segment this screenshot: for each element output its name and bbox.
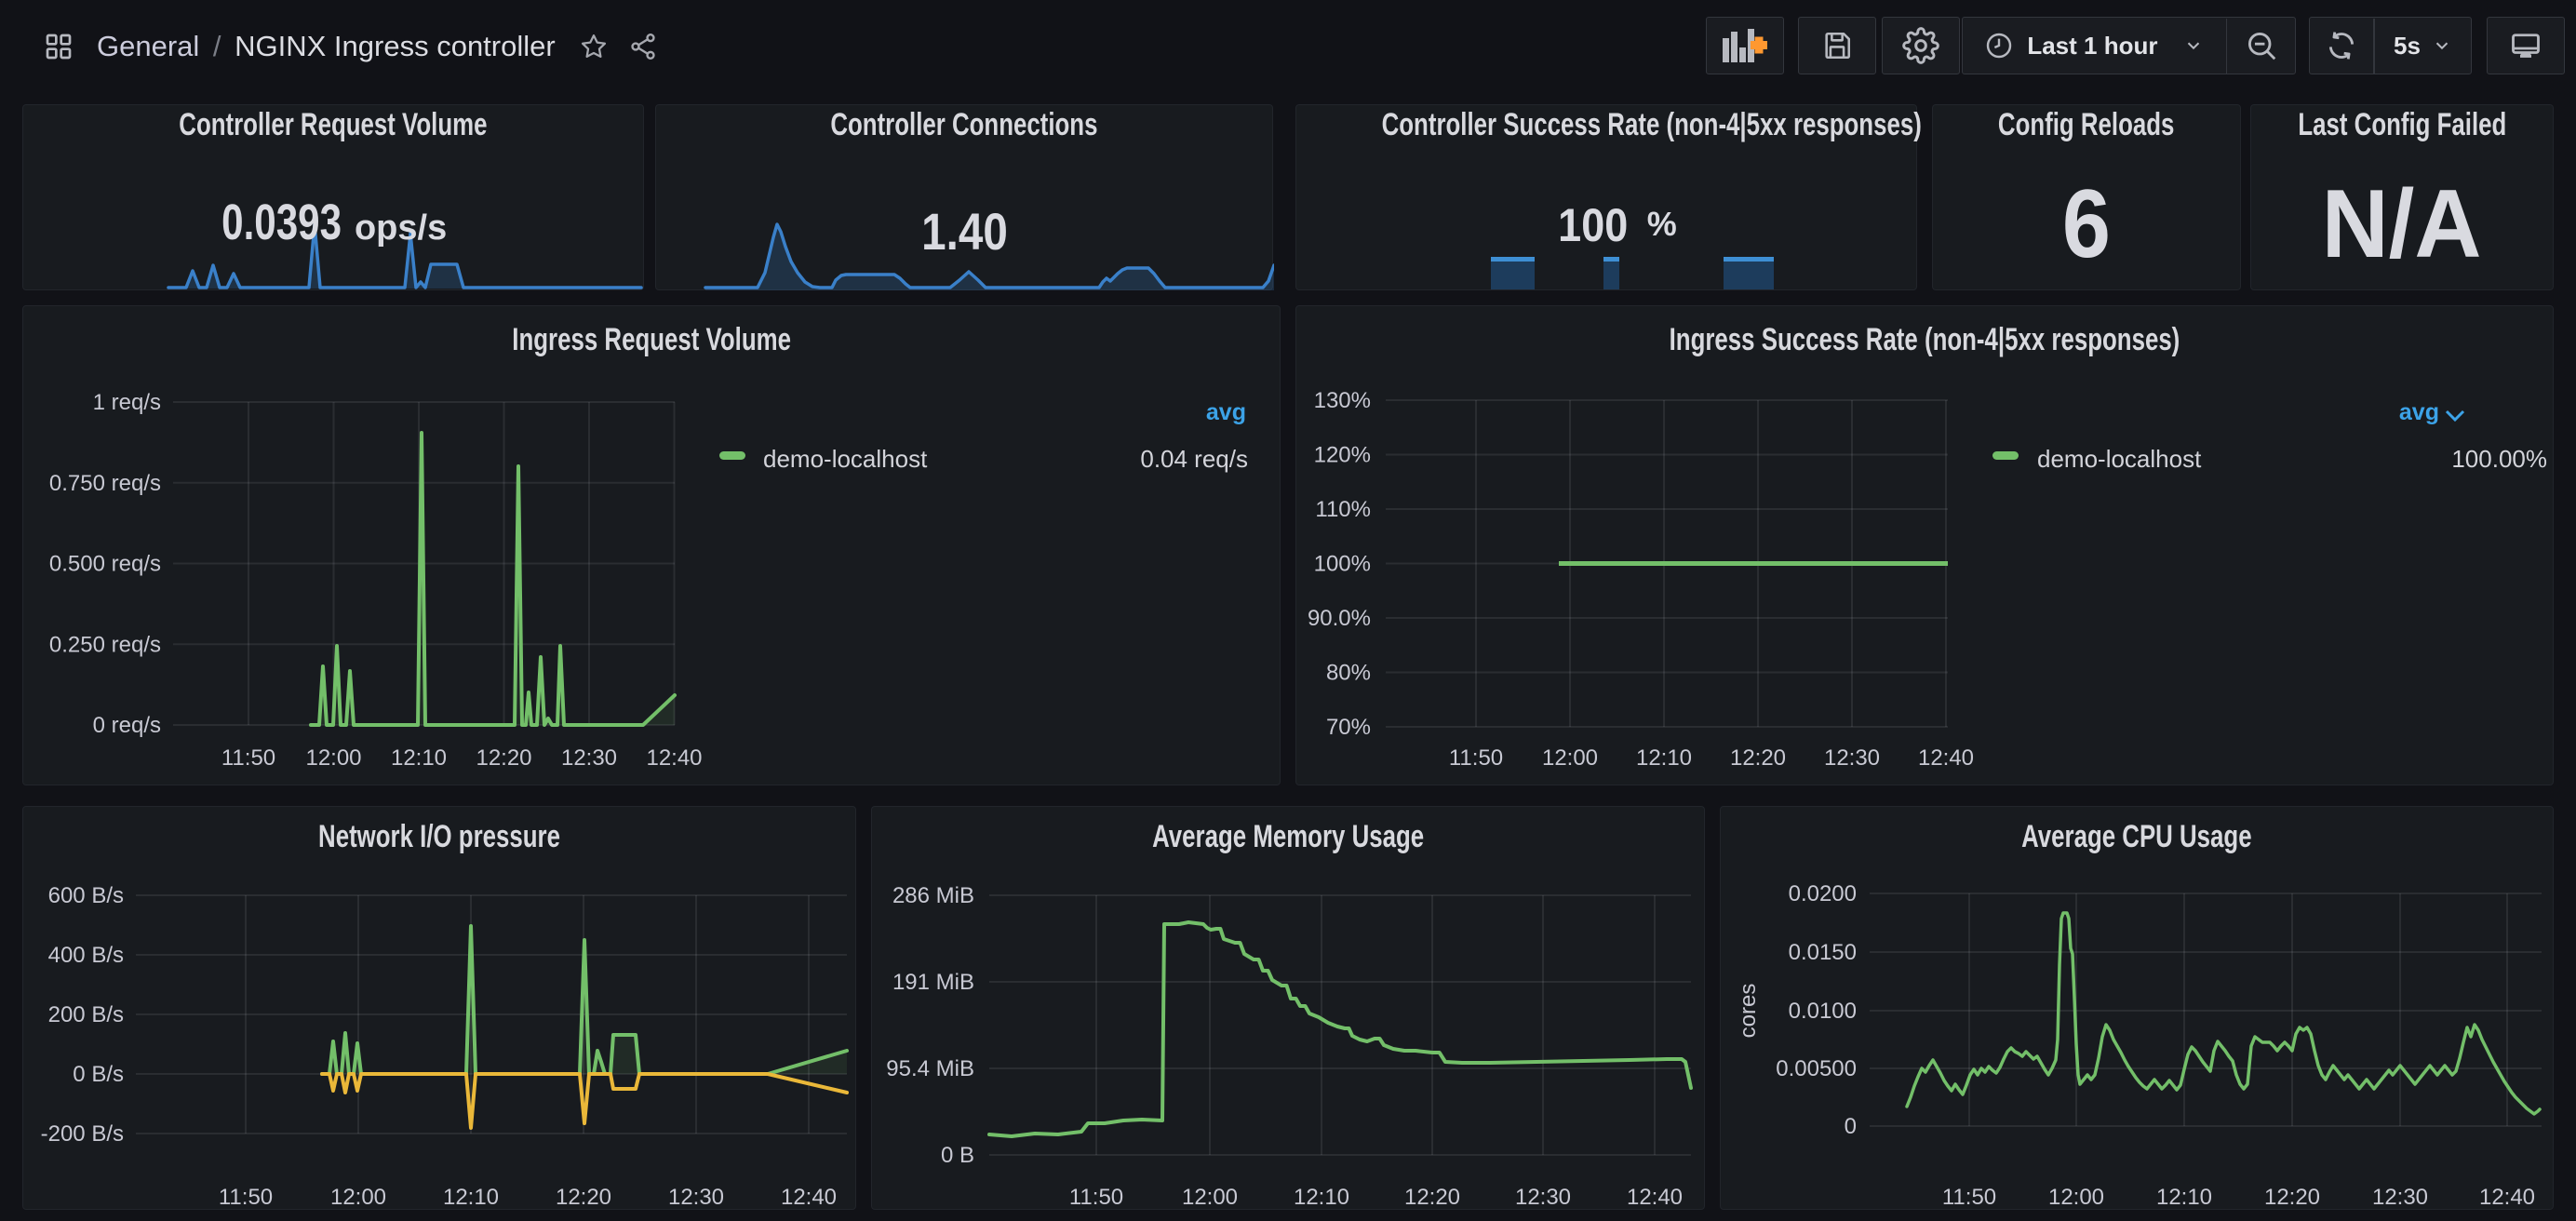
svg-text:80%: 80% [1326, 661, 1371, 686]
svg-text:avg: avg [2399, 399, 2439, 425]
svg-text:11:50: 11:50 [219, 1185, 273, 1210]
svg-text:11:50: 11:50 [1449, 745, 1503, 771]
svg-text:12:40: 12:40 [2479, 1185, 2535, 1210]
svg-text:12:40: 12:40 [646, 745, 702, 771]
svg-text:0.0200: 0.0200 [1789, 881, 1857, 906]
svg-text:-200 B/s: -200 B/s [41, 1121, 124, 1147]
svg-text:70%: 70% [1326, 715, 1371, 740]
svg-text:0.00500: 0.00500 [1776, 1056, 1857, 1081]
svg-text:400 B/s: 400 B/s [48, 943, 124, 968]
svg-text:12:20: 12:20 [556, 1185, 611, 1210]
svg-text:120%: 120% [1314, 443, 1371, 468]
svg-text:12:10: 12:10 [443, 1185, 499, 1210]
svg-text:demo-localhost: demo-localhost [2037, 445, 2202, 473]
svg-text:12:30: 12:30 [668, 1185, 724, 1210]
svg-text:12:00: 12:00 [2048, 1185, 2104, 1210]
svg-text:286 MiB: 286 MiB [892, 883, 974, 908]
svg-text:130%: 130% [1314, 388, 1371, 413]
svg-text:12:10: 12:10 [2156, 1185, 2212, 1210]
svg-text:12:30: 12:30 [1515, 1185, 1571, 1210]
svg-text:12:00: 12:00 [305, 745, 361, 771]
svg-text:12:00: 12:00 [1542, 745, 1598, 771]
svg-text:0 req/s: 0 req/s [93, 713, 161, 738]
svg-text:0.0150: 0.0150 [1789, 940, 1857, 965]
svg-text:12:20: 12:20 [476, 745, 531, 771]
svg-text:0: 0 [1845, 1114, 1857, 1139]
svg-text:100%: 100% [1314, 552, 1371, 577]
svg-text:12:40: 12:40 [1627, 1185, 1683, 1210]
svg-text:avg: avg [1206, 399, 1246, 425]
svg-text:200 B/s: 200 B/s [48, 1002, 124, 1027]
svg-text:12:10: 12:10 [1636, 745, 1692, 771]
svg-text:12:20: 12:20 [1404, 1185, 1460, 1210]
svg-text:0 B: 0 B [941, 1143, 974, 1168]
svg-text:90.0%: 90.0% [1308, 606, 1371, 631]
svg-text:0.750 req/s: 0.750 req/s [49, 471, 161, 496]
svg-text:11:50: 11:50 [1942, 1185, 1996, 1210]
svg-text:12:30: 12:30 [2372, 1185, 2428, 1210]
svg-text:12:10: 12:10 [391, 745, 447, 771]
svg-text:12:20: 12:20 [1730, 745, 1786, 771]
svg-text:12:30: 12:30 [561, 745, 617, 771]
svg-text:191 MiB: 191 MiB [892, 970, 974, 995]
svg-text:11:50: 11:50 [1069, 1185, 1123, 1210]
svg-text:12:10: 12:10 [1294, 1185, 1349, 1210]
svg-text:12:40: 12:40 [1918, 745, 1974, 771]
svg-text:0 B/s: 0 B/s [73, 1062, 124, 1087]
svg-text:12:30: 12:30 [1824, 745, 1880, 771]
svg-text:12:40: 12:40 [781, 1185, 837, 1210]
svg-text:95.4 MiB: 95.4 MiB [886, 1056, 974, 1081]
svg-text:0.500 req/s: 0.500 req/s [49, 552, 161, 577]
svg-text:11:50: 11:50 [221, 745, 275, 771]
svg-text:1 req/s: 1 req/s [93, 390, 161, 415]
svg-text:12:00: 12:00 [330, 1185, 386, 1210]
svg-text:12:00: 12:00 [1182, 1185, 1238, 1210]
svg-text:demo-localhost: demo-localhost [763, 445, 928, 473]
svg-text:110%: 110% [1315, 497, 1371, 522]
svg-text:0.250 req/s: 0.250 req/s [49, 632, 161, 657]
svg-text:cores: cores [1736, 984, 1761, 1039]
svg-text:0.04 req/s: 0.04 req/s [1140, 445, 1248, 473]
svg-text:600 B/s: 600 B/s [48, 883, 124, 908]
svg-text:100.00%: 100.00% [2451, 445, 2547, 473]
svg-text:12:20: 12:20 [2264, 1185, 2320, 1210]
svg-text:0.0100: 0.0100 [1789, 999, 1857, 1024]
